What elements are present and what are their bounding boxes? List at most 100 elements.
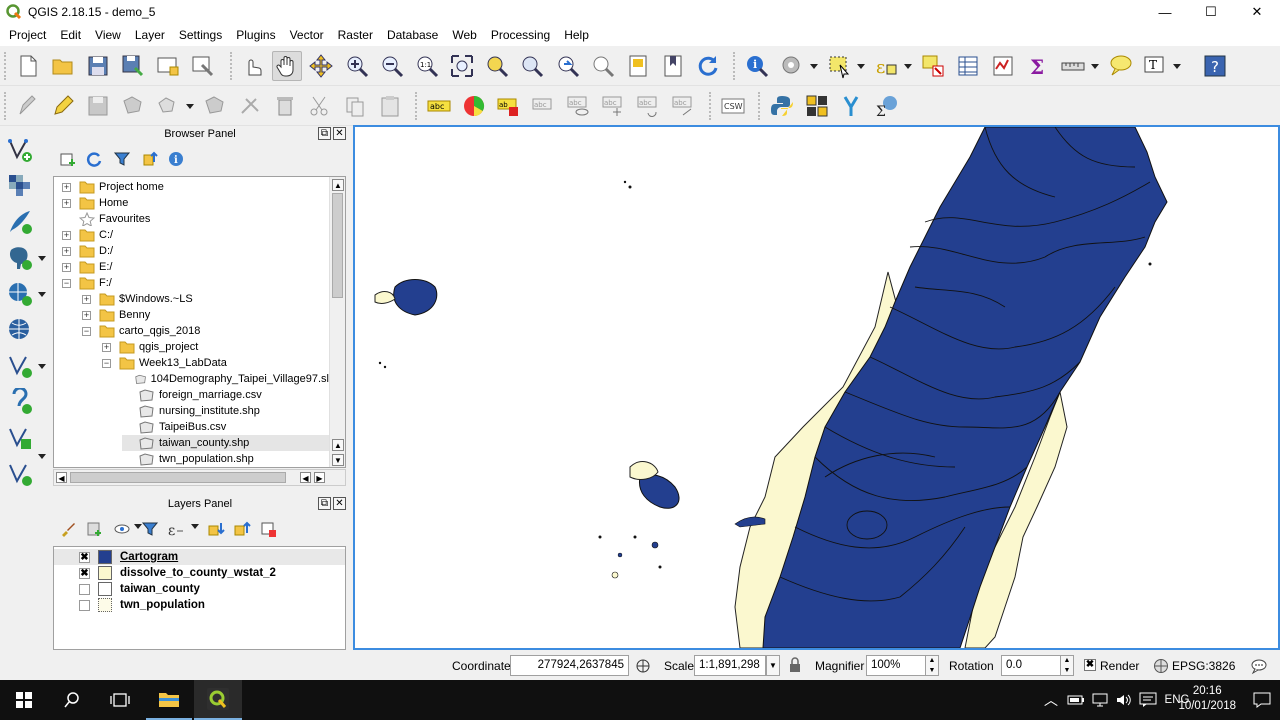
change-label-button[interactable]: abc — [669, 91, 699, 121]
toolbar-grip[interactable] — [230, 52, 234, 80]
expand-icon[interactable]: + — [82, 310, 91, 320]
browser-tree-item[interactable]: 104Demography_Taipei_Village97.sl — [122, 371, 329, 387]
lock-scale-button[interactable] — [788, 657, 802, 673]
processing-toolbox-button[interactable]: Σ — [872, 91, 902, 121]
scale-dropdown[interactable]: ▼ — [766, 655, 780, 676]
properties-button[interactable]: i — [166, 149, 186, 169]
chevron-down-icon[interactable] — [1173, 64, 1181, 69]
layer-item[interactable]: taiwan_county — [54, 581, 345, 597]
expand-icon[interactable]: + — [62, 246, 71, 256]
layer-visibility-checkbox[interactable] — [79, 599, 90, 611]
copy-features-button[interactable] — [340, 91, 370, 121]
add-raster-layer-button[interactable] — [4, 170, 36, 202]
task-view-button[interactable] — [96, 680, 144, 720]
browser-tree-item[interactable]: Favourites — [62, 211, 329, 227]
menu-plugins[interactable]: Plugins — [229, 24, 282, 46]
taskbar-clock[interactable]: 20:16 10/01/2018 — [1178, 684, 1236, 714]
grid-plugin-button[interactable] — [802, 91, 832, 121]
menu-raster[interactable]: Raster — [331, 24, 380, 46]
menu-layer[interactable]: Layer — [128, 24, 172, 46]
maximize-button[interactable]: ☐ — [1188, 0, 1234, 24]
layer-diagram-button[interactable] — [459, 91, 489, 121]
add-selected-layers-button[interactable] — [58, 149, 78, 169]
remove-layer-button[interactable] — [258, 519, 278, 539]
expand-icon[interactable]: + — [82, 294, 91, 304]
zoom-in-button[interactable] — [342, 51, 372, 81]
browser-tree-item[interactable]: + Project home — [62, 179, 329, 195]
layer-visibility-checkbox[interactable] — [79, 583, 90, 595]
chevron-down-icon[interactable] — [38, 454, 46, 459]
browser-tree-item[interactable]: + $Windows.~LS — [82, 291, 329, 307]
new-project-button[interactable] — [13, 51, 43, 81]
chevron-down-icon[interactable] — [38, 256, 46, 261]
file-explorer-taskbar-button[interactable] — [146, 680, 192, 720]
zoom-next-button[interactable] — [588, 51, 618, 81]
rotation-spinner[interactable]: ▲ ▼ — [1060, 655, 1074, 676]
rotation-field[interactable]: 0.0 — [1001, 655, 1061, 676]
collapse-icon[interactable]: − — [102, 358, 111, 368]
close-button[interactable]: ✕ — [1234, 0, 1280, 24]
chevron-down-icon[interactable] — [810, 64, 818, 69]
add-vector-layer-button[interactable] — [4, 134, 36, 166]
add-delimited-text-button[interactable] — [4, 422, 36, 454]
toggle-editing-button[interactable] — [48, 91, 78, 121]
magnifier-spinner[interactable]: ▲ ▼ — [925, 655, 939, 676]
start-button[interactable] — [0, 680, 48, 720]
toggle-extents-button[interactable] — [634, 657, 652, 675]
add-wcs-layer-button[interactable] — [4, 314, 36, 346]
browser-tree-item[interactable]: − carto_qgis_2018 — [82, 323, 329, 339]
toolbar-grip[interactable] — [4, 92, 8, 120]
browser-tree-item[interactable]: − F:/ — [62, 275, 329, 291]
browser-tree-item[interactable]: TaipeiBus.csv — [122, 419, 329, 435]
menu-vector[interactable]: Vector — [283, 24, 331, 46]
deselect-features-button[interactable] — [918, 51, 948, 81]
network-icon[interactable] — [1090, 680, 1110, 720]
layer-symbol[interactable] — [98, 550, 112, 564]
open-project-button[interactable] — [48, 51, 78, 81]
chevron-down-icon[interactable] — [38, 364, 46, 369]
menu-edit[interactable]: Edit — [53, 24, 88, 46]
help-button[interactable]: ? — [1200, 51, 1230, 81]
collapse-all-layers-button[interactable] — [232, 519, 252, 539]
layer-symbol[interactable] — [98, 582, 112, 596]
browser-tree-item[interactable]: taiwan_county.shp — [122, 435, 329, 451]
layer-symbol[interactable] — [98, 566, 112, 580]
action-center-icon[interactable] — [1138, 680, 1158, 720]
refresh-browser-button[interactable] — [84, 149, 104, 169]
filter-legend-button[interactable] — [140, 519, 160, 539]
open-attribute-table-button[interactable] — [953, 51, 983, 81]
filter-browser-button[interactable] — [112, 149, 132, 169]
toolbar-grip[interactable] — [758, 92, 762, 120]
browser-tree[interactable]: + Project home + Home Favourites + C:/ + D:/ + E:/… — [53, 176, 346, 468]
collapse-all-button[interactable] — [140, 149, 160, 169]
browser-tree-item[interactable]: − Week13_LabData — [102, 355, 329, 371]
add-virtual-layer-button[interactable] — [4, 386, 36, 418]
add-postgis-layer-button[interactable] — [4, 242, 36, 274]
layer-item[interactable]: ✖ Cartogram — [54, 549, 345, 565]
zoom-out-button[interactable] — [377, 51, 407, 81]
text-annotation-button[interactable]: T — [1140, 51, 1170, 81]
browser-tree-item[interactable]: + D:/ — [62, 243, 329, 259]
show-hidden-icons-button[interactable]: ︿ — [1042, 680, 1060, 720]
minimize-button[interactable]: — — [1142, 0, 1188, 24]
run-feature-action-button[interactable] — [777, 51, 807, 81]
browser-tree-item[interactable]: + Benny — [82, 307, 329, 323]
field-calculator-button[interactable] — [988, 51, 1018, 81]
zoom-actual-size-button[interactable]: 1:1 — [412, 51, 442, 81]
layers-tree[interactable]: ✖ Cartogram ✖ dissolve_to_county_wstat_2 tai… — [53, 546, 346, 650]
layer-item[interactable]: ✖ dissolve_to_county_wstat_2 — [54, 565, 345, 581]
add-group-button[interactable] — [84, 519, 104, 539]
zoom-to-selection-button[interactable] — [482, 51, 512, 81]
render-checkbox[interactable]: ✖ — [1084, 659, 1096, 671]
expand-icon[interactable]: + — [62, 262, 71, 272]
composer-manager-button[interactable] — [188, 51, 218, 81]
close-panel-button[interactable]: ✕ — [333, 497, 346, 510]
search-button[interactable] — [48, 680, 96, 720]
rotate-label-button[interactable]: abc — [634, 91, 664, 121]
chevron-down-icon[interactable] — [191, 524, 199, 529]
browser-tree-item[interactable]: twn_population.shp — [122, 451, 329, 467]
manage-map-themes-button[interactable] — [112, 519, 132, 539]
crs-globe-icon[interactable] — [1153, 658, 1169, 674]
menu-project[interactable]: Project — [2, 24, 53, 46]
browser-tree-item[interactable]: + C:/ — [62, 227, 329, 243]
